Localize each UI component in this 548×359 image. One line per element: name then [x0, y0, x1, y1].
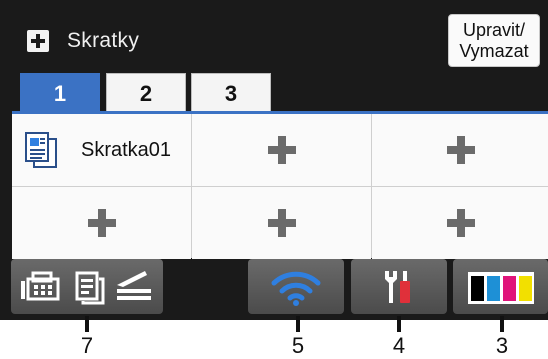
callout-line: [85, 316, 89, 332]
toner-icon: [467, 271, 534, 304]
callout-3: 3: [495, 333, 509, 358]
add-shortcut-button[interactable]: [372, 114, 548, 186]
tab-2[interactable]: 2: [106, 73, 186, 113]
fax-copy-scan-button[interactable]: [11, 259, 163, 314]
plus-icon: [267, 209, 296, 237]
copy-icon: [75, 271, 105, 304]
callout-5: 5: [291, 333, 305, 358]
lcd-screen: Skratky Upravit/ Vymazat 1 2 3 Skratka01: [0, 0, 548, 320]
wifi-button[interactable]: [248, 259, 344, 314]
plus-icon: [27, 30, 49, 52]
shortcut-label: Skratka01: [81, 139, 172, 161]
settings-button[interactable]: [351, 259, 447, 314]
plus-icon: [447, 209, 475, 237]
edit-delete-button[interactable]: Upravit/ Vymazat: [448, 14, 540, 67]
fax-copy-scan-icons: [21, 270, 151, 304]
callout-line: [296, 316, 300, 332]
callout-4: 4: [392, 333, 406, 358]
wifi-icon: [271, 271, 321, 306]
add-shortcut-button[interactable]: [192, 187, 371, 259]
tab-3[interactable]: 3: [191, 73, 271, 113]
callout-line: [397, 316, 401, 332]
add-shortcut-button[interactable]: [192, 114, 371, 186]
tab-1[interactable]: 1: [20, 73, 100, 113]
scan-icon: [117, 270, 151, 300]
tools-icon: [385, 270, 410, 303]
callout-7: 7: [80, 333, 94, 358]
add-shortcut-button[interactable]: [12, 187, 191, 259]
document-icon: [25, 132, 57, 168]
plus-icon: [267, 136, 296, 164]
callout-line: [500, 316, 504, 332]
screen-title: Skratky: [67, 29, 140, 52]
fax-icon: [21, 271, 60, 300]
plus-icon: [87, 209, 116, 237]
shortcut-grid: Skratka01: [12, 114, 548, 259]
toner-button[interactable]: [453, 259, 548, 314]
add-shortcut-button[interactable]: [372, 187, 548, 259]
shortcut-skratka01[interactable]: Skratka01: [12, 114, 191, 186]
plus-icon: [447, 136, 475, 164]
